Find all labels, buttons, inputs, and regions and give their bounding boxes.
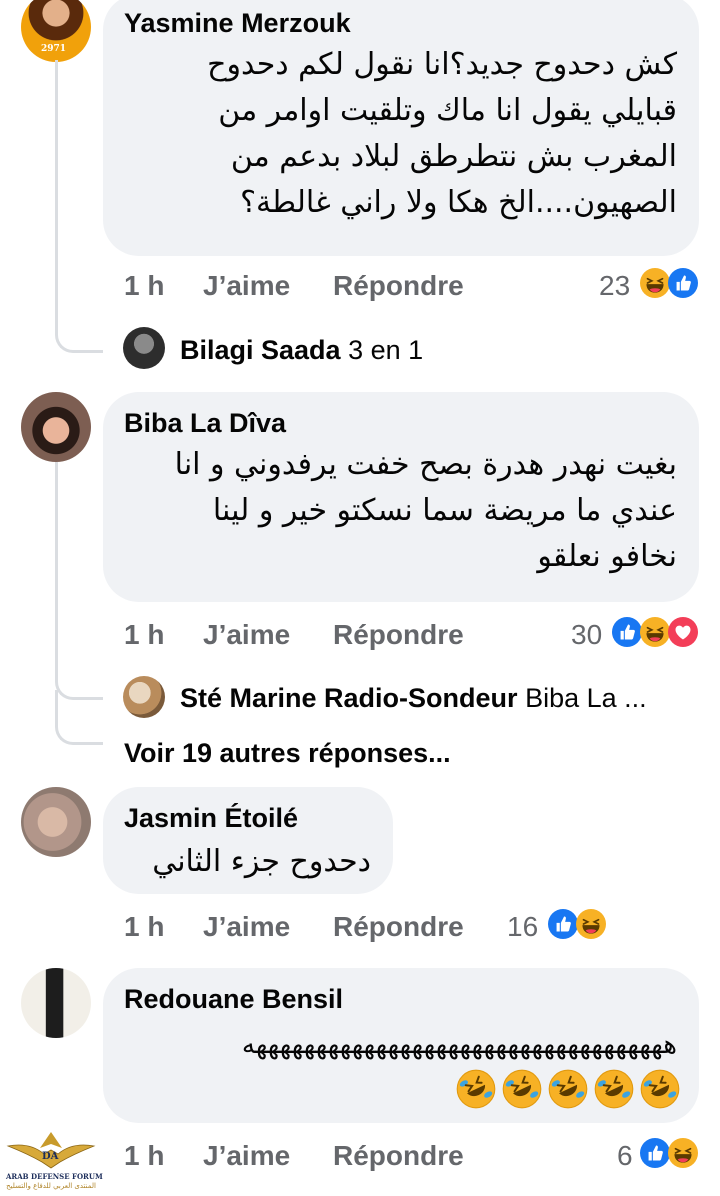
haha-icon	[668, 1138, 698, 1168]
comment-timestamp[interactable]: 1 h	[124, 619, 164, 651]
comment-line: المغرب بش نتطرطق لبلاد بدعم من	[230, 139, 677, 174]
avatar[interactable]	[21, 787, 91, 857]
comment-bubble[interactable]: Biba La Dîva بغيت نهدر هدرة بصح خفت يرفد…	[103, 392, 699, 602]
haha-icon	[640, 617, 670, 647]
like-button[interactable]: J’aime	[203, 1140, 290, 1172]
comment-body: دحدوح جزء الثاني	[125, 839, 371, 885]
comment-body: كش دحدوح جديد؟انا نقول لكم دحدوح قبايلي …	[125, 42, 677, 226]
avatar[interactable]	[123, 327, 165, 369]
comment-body: هههههههههههههههههههههههههههههههههههه	[125, 1022, 677, 1068]
like-icon	[668, 268, 698, 298]
thread-connector	[55, 690, 103, 745]
avatar-badge: 2971	[41, 44, 67, 54]
comment-author[interactable]: Biba La Dîva	[124, 408, 286, 439]
rofl-emoji-icon	[547, 1068, 589, 1110]
like-button[interactable]: J’aime	[203, 619, 290, 651]
avatar[interactable]	[123, 676, 165, 718]
rofl-emoji-icon	[455, 1068, 497, 1110]
like-icon	[640, 1138, 670, 1168]
watermark-logo: DA ARAB DEFENSE FORUM المنتدى العربي للد…	[4, 1128, 103, 1194]
avatar[interactable]	[21, 968, 91, 1038]
comment-author[interactable]: Yasmine Merzouk	[124, 8, 351, 39]
comment-bubble[interactable]: Yasmine Merzouk كش دحدوح جديد؟انا نقول ل…	[103, 0, 699, 256]
like-icon	[548, 909, 578, 939]
reply-text: 3 en 1	[348, 335, 424, 365]
reply-author[interactable]: Bilagi Saada	[180, 335, 341, 365]
reply-button[interactable]: Répondre	[333, 270, 464, 302]
thread-connector	[55, 462, 103, 700]
comment-line: نخافو نعلقو	[537, 539, 677, 574]
comment-author[interactable]: Jasmin Étoilé	[124, 803, 298, 834]
comment-line: الصهيون....الخ هكا ولا راني غالطة؟	[240, 185, 677, 220]
reply-button[interactable]: Répondre	[333, 1140, 464, 1172]
comment-line: بغيت نهدر هدرة بصح خفت يرفدوني و انا	[174, 447, 677, 482]
watermark-line2: المنتدى العربي للدفاع والتسليح	[6, 1182, 96, 1190]
comment-timestamp[interactable]: 1 h	[124, 1140, 164, 1172]
reaction-count[interactable]: 23	[599, 270, 630, 302]
rofl-emoji-icon	[501, 1068, 543, 1110]
comment-line: دحدوح جزء الثاني	[152, 844, 371, 879]
like-button[interactable]: J’aime	[203, 911, 290, 943]
comment-bubble[interactable]: Redouane Bensil هههههههههههههههههههههههه…	[103, 968, 699, 1123]
rofl-emoji-icon	[593, 1068, 635, 1110]
reply-author[interactable]: Sté Marine Radio-Sondeur	[180, 683, 518, 713]
rofl-emoji-icon	[639, 1068, 681, 1110]
reply-preview[interactable]: Bilagi Saada 3 en 1	[180, 335, 423, 366]
reaction-count[interactable]: 30	[571, 619, 602, 651]
view-more-replies[interactable]: Voir 19 autres réponses...	[124, 738, 451, 769]
haha-icon	[640, 268, 670, 298]
avatar[interactable]: 2971	[21, 0, 91, 62]
comment-timestamp[interactable]: 1 h	[124, 270, 164, 302]
haha-icon	[576, 909, 606, 939]
avatar[interactable]	[21, 392, 91, 462]
comment-line: عندي ما مريضة سما نسكتو خير و لينا	[212, 493, 677, 528]
reaction-count[interactable]: 16	[507, 911, 538, 943]
reply-preview[interactable]: Sté Marine Radio-Sondeur Biba La ...	[180, 683, 647, 714]
comment-line: كش دحدوح جديد؟انا نقول لكم دحدوح	[207, 47, 677, 82]
eagle-emblem-icon	[6, 1132, 96, 1169]
comment-author[interactable]: Redouane Bensil	[124, 984, 343, 1015]
love-icon	[668, 617, 698, 647]
comment-line: هههههههههههههههههههههههههههههههههههه	[241, 1030, 677, 1060]
like-button[interactable]: J’aime	[203, 270, 290, 302]
watermark-line1: ARAB DEFENSE FORUM	[6, 1172, 103, 1181]
reaction-count[interactable]: 6	[617, 1140, 633, 1172]
thread-connector	[55, 60, 103, 353]
comment-line: قبايلي يقول انا ماك وتلقيت اوامر من	[218, 93, 677, 128]
reply-button[interactable]: Répondre	[333, 619, 464, 651]
comment-body: بغيت نهدر هدرة بصح خفت يرفدوني و انا عند…	[125, 442, 677, 580]
comment-bubble[interactable]: Jasmin Étoilé دحدوح جزء الثاني	[103, 787, 393, 894]
reply-text: Biba La ...	[525, 683, 647, 713]
comment-timestamp[interactable]: 1 h	[124, 911, 164, 943]
watermark-logo-text: DA	[42, 1151, 59, 1162]
reply-button[interactable]: Répondre	[333, 911, 464, 943]
like-icon	[612, 617, 642, 647]
